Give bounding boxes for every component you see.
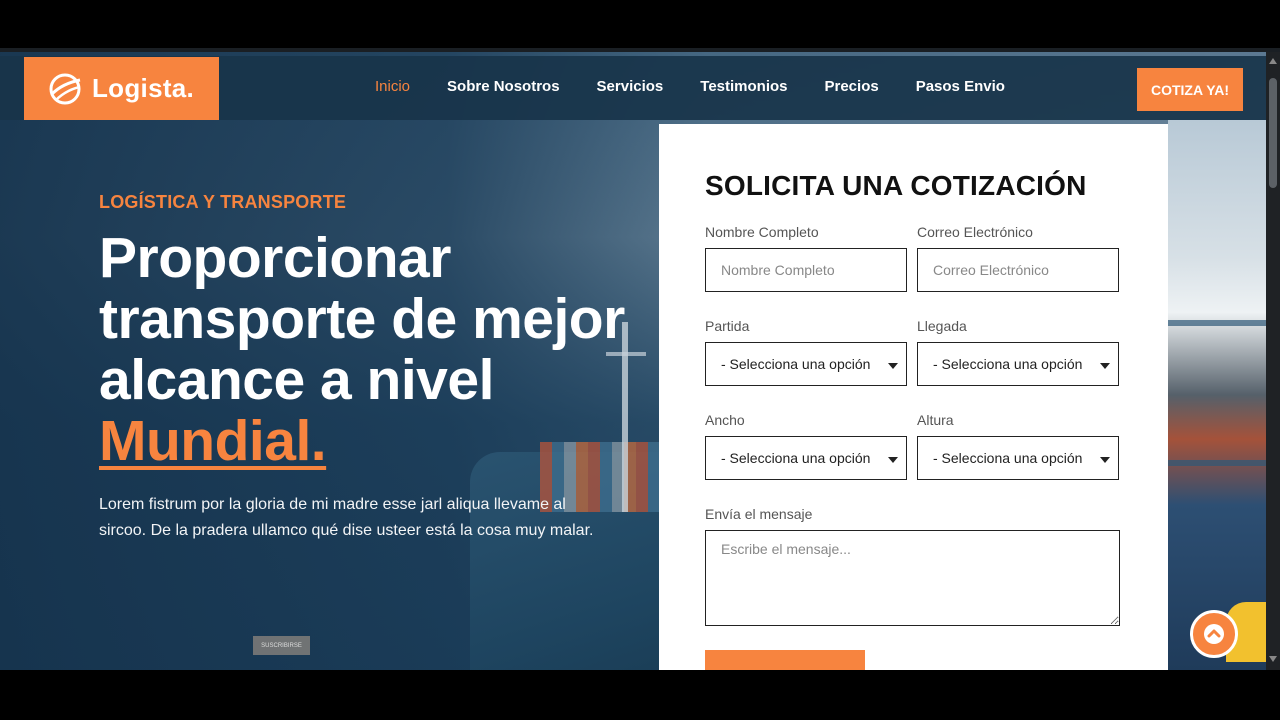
subscribe-chip[interactable]: SUSCRIBIRSE bbox=[253, 636, 310, 655]
origin-label: Partida bbox=[705, 318, 750, 334]
chevron-up-icon bbox=[1204, 624, 1224, 644]
email-field: Correo Electrónico bbox=[917, 224, 1119, 292]
hero-headline: Proporcionar transporte de mejor alcance… bbox=[99, 228, 639, 472]
scroll-down-arrow-icon[interactable] bbox=[1269, 656, 1277, 662]
port-scene-image bbox=[1168, 120, 1266, 670]
height-select[interactable]: - Selecciona una opción bbox=[917, 436, 1119, 480]
submit-quote-button[interactable] bbox=[705, 650, 865, 670]
message-label: Envía el mensaje bbox=[705, 506, 813, 522]
form-row-route: Partida - Selecciona una opción Llegada … bbox=[705, 318, 1122, 386]
origin-field: Partida - Selecciona una opción bbox=[705, 318, 907, 386]
width-select-value: - Selecciona una opción bbox=[721, 450, 871, 466]
quote-now-button[interactable]: COTIZA YA! bbox=[1137, 68, 1243, 111]
name-input[interactable] bbox=[705, 248, 907, 292]
email-input[interactable] bbox=[917, 248, 1119, 292]
destination-select-value: - Selecciona una opción bbox=[933, 356, 1083, 372]
brand-name: Logista. bbox=[92, 73, 195, 103]
height-select-value: - Selecciona una opción bbox=[933, 450, 1083, 466]
globe-swoosh-icon bbox=[49, 73, 81, 104]
email-label: Correo Electrónico bbox=[917, 224, 1033, 240]
width-select[interactable]: - Selecciona una opción bbox=[705, 436, 907, 480]
nav-item-sobre-nosotros[interactable]: Sobre Nosotros bbox=[447, 78, 560, 95]
caret-down-icon bbox=[1100, 362, 1110, 369]
origin-select-value: - Selecciona una opción bbox=[721, 356, 871, 372]
nav-item-pasos-envio[interactable]: Pasos Envio bbox=[916, 78, 1005, 95]
nav-item-testimonios[interactable]: Testimonios bbox=[700, 78, 787, 95]
scrollbar-thumb[interactable] bbox=[1269, 78, 1277, 188]
brand-logo[interactable]: Logista. bbox=[24, 57, 219, 120]
caret-down-icon bbox=[888, 456, 898, 463]
hero-headline-accent: Mundial. bbox=[99, 409, 327, 473]
destination-select[interactable]: - Selecciona una opción bbox=[917, 342, 1119, 386]
form-row-contact: Nombre Completo Correo Electrónico bbox=[705, 224, 1122, 292]
scroll-up-arrow-icon[interactable] bbox=[1269, 58, 1277, 64]
main-nav: Inicio Sobre Nosotros Servicios Testimon… bbox=[375, 78, 1042, 95]
site-header: Logista. Inicio Sobre Nosotros Servicios… bbox=[0, 56, 1266, 120]
form-row-dimensions: Ancho - Selecciona una opción Altura - S… bbox=[705, 412, 1122, 480]
hero-headline-main: Proporcionar transporte de mejor alcance… bbox=[99, 226, 625, 412]
decor-stripe bbox=[1168, 320, 1266, 326]
width-field: Ancho - Selecciona una opción bbox=[705, 412, 907, 480]
width-label: Ancho bbox=[705, 412, 745, 428]
quote-form-title: SOLICITA UNA COTIZACIÓN bbox=[705, 170, 1087, 201]
scroll-to-top-button[interactable] bbox=[1190, 610, 1238, 658]
height-field: Altura - Selecciona una opción bbox=[917, 412, 1119, 480]
nav-item-servicios[interactable]: Servicios bbox=[597, 78, 664, 95]
hero-eyebrow: LOGÍSTICA Y TRANSPORTE bbox=[99, 192, 347, 212]
name-field: Nombre Completo bbox=[705, 224, 907, 292]
hero-lead-text: Lorem fistrum por la gloria de mi madre … bbox=[99, 496, 594, 539]
caret-down-icon bbox=[1100, 456, 1110, 463]
nav-item-precios[interactable]: Precios bbox=[825, 78, 879, 95]
caret-down-icon bbox=[888, 362, 898, 369]
message-field: Envía el mensaje bbox=[705, 506, 1122, 631]
destination-label: Llegada bbox=[917, 318, 967, 334]
nav-item-inicio[interactable]: Inicio bbox=[375, 78, 410, 95]
page-scrollbar[interactable] bbox=[1266, 52, 1280, 670]
destination-field: Llegada - Selecciona una opción bbox=[917, 318, 1119, 386]
decor-stripe bbox=[1168, 460, 1266, 466]
height-label: Altura bbox=[917, 412, 954, 428]
message-textarea[interactable] bbox=[705, 530, 1120, 626]
page-viewport: Logista. Inicio Sobre Nosotros Servicios… bbox=[0, 52, 1280, 670]
quote-form-card: SOLICITA UNA COTIZACIÓN Nombre Completo … bbox=[659, 124, 1168, 670]
origin-select[interactable]: - Selecciona una opción bbox=[705, 342, 907, 386]
name-label: Nombre Completo bbox=[705, 224, 819, 240]
